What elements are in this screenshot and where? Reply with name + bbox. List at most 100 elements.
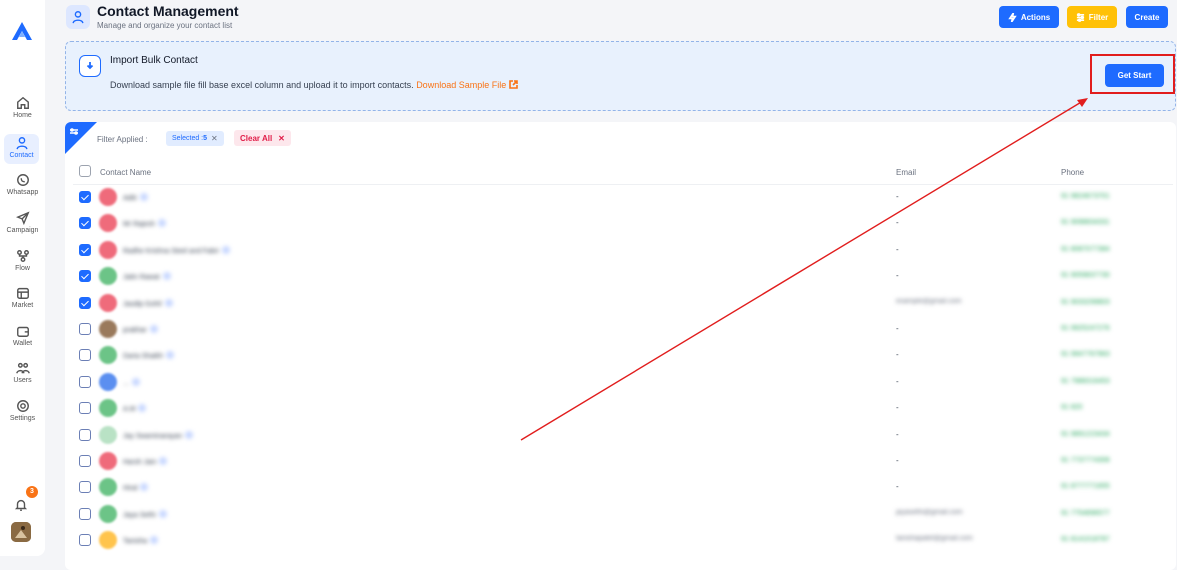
contact-phone: 91 9098834331 bbox=[1061, 219, 1110, 227]
contact-email: - bbox=[896, 271, 899, 281]
table-row[interactable]: A.M - 91 820 bbox=[65, 396, 1176, 422]
import-bulk-contact-card: Import Bulk Contact Download sample file… bbox=[65, 41, 1176, 111]
contact-phone: 91 9824673701 bbox=[1061, 193, 1110, 200]
contact-phone: 91 8087077384 bbox=[1061, 245, 1110, 253]
table-row[interactable]: prakhar - 91 9925247276 bbox=[65, 317, 1176, 343]
store-icon bbox=[16, 287, 29, 299]
verified-icon bbox=[157, 219, 166, 228]
column-header-phone: Phone bbox=[1061, 168, 1085, 177]
contact-email: - bbox=[896, 244, 899, 254]
contact-name: Harsh Jain bbox=[123, 457, 168, 466]
sidebar-item-label: Campaign bbox=[6, 227, 39, 234]
row-checkbox[interactable] bbox=[79, 375, 91, 388]
brand-logo-icon[interactable] bbox=[10, 20, 34, 42]
column-header-email: Email bbox=[896, 168, 917, 177]
sidebar-item-market[interactable]: Market bbox=[0, 286, 45, 318]
row-checkbox[interactable] bbox=[79, 481, 91, 494]
contact-name: Mr Rajesh bbox=[123, 219, 166, 228]
row-checkbox[interactable] bbox=[79, 349, 91, 362]
row-checkbox[interactable] bbox=[79, 296, 91, 309]
sidebar-item-wallet[interactable]: Wallet bbox=[0, 324, 45, 356]
filter-applied-label: Filter Applied : bbox=[97, 135, 148, 144]
verified-icon bbox=[131, 377, 140, 386]
actions-label: Actions bbox=[1020, 12, 1051, 22]
filter-button[interactable]: Filter bbox=[1067, 6, 1117, 28]
table-row[interactable]: Radhe Krishna Steel and Fabri - 91 8087077… bbox=[65, 238, 1176, 264]
whatsapp-icon bbox=[16, 174, 29, 186]
row-checkbox[interactable] bbox=[79, 243, 91, 256]
filter-label: Filter bbox=[1088, 12, 1109, 22]
contact-email: tanishapatel@gmail.com bbox=[896, 535, 973, 543]
sidebar-item-contact[interactable]: Contact bbox=[4, 134, 39, 164]
verified-icon bbox=[150, 536, 159, 545]
row-checkbox[interactable] bbox=[79, 323, 91, 335]
clear-all-label: Clear All bbox=[240, 133, 273, 143]
row-checkbox[interactable] bbox=[79, 217, 91, 230]
table-row[interactable]: Aditi - 91 9824673701 bbox=[65, 185, 1176, 211]
table-row[interactable]: Hiral - 91 8777771655 bbox=[65, 475, 1176, 501]
table-row[interactable]: Daria Shaikh - 91 9947767963 bbox=[65, 343, 1176, 369]
table-row[interactable]: ... - 91 7988316453 bbox=[65, 370, 1176, 396]
wallet-icon bbox=[16, 326, 29, 337]
flow-icon bbox=[16, 250, 29, 262]
notification-bell[interactable] bbox=[14, 498, 30, 514]
contact-name: Aditi bbox=[123, 193, 148, 202]
import-title: Import Bulk Contact bbox=[110, 55, 198, 66]
clear-all-button[interactable]: Clear All ✕ bbox=[234, 130, 291, 146]
contact-avatar bbox=[99, 425, 117, 444]
contact-avatar bbox=[99, 478, 117, 497]
sidebar-item-users[interactable]: Users bbox=[0, 361, 45, 393]
table-row[interactable]: Mr Rajesh - 91 9098834331 bbox=[65, 211, 1176, 237]
contact-name: Jaya Sethi bbox=[123, 509, 167, 519]
contact-phone: 91 7737774308 bbox=[1061, 457, 1110, 464]
contact-phone: 91 9925247276 bbox=[1061, 325, 1110, 332]
sidebar-item-campaign[interactable]: Campaign bbox=[0, 211, 45, 243]
sidebar-item-home[interactable]: Home bbox=[0, 96, 45, 128]
row-checkbox[interactable] bbox=[79, 270, 91, 283]
actions-button[interactable]: Actions bbox=[999, 6, 1059, 28]
contact-avatar bbox=[99, 320, 117, 338]
sidebar-item-whatsapp[interactable]: Whatsapp bbox=[0, 173, 45, 205]
table-row[interactable]: Jaya Sethi jayasethi@gmail.com 91 77548965… bbox=[65, 502, 1176, 528]
table-row[interactable]: Harsh Jain - 91 7737774308 bbox=[65, 449, 1176, 475]
contact-phone: 91 7754896577 bbox=[1061, 509, 1110, 517]
contact-name: Radhe Krishna Steel and Fabri bbox=[123, 245, 230, 255]
table-row[interactable]: Jatin Rawat - 91 9059837730 bbox=[65, 264, 1176, 290]
sidebar-item-flow[interactable]: Flow bbox=[0, 249, 45, 281]
contact-avatar bbox=[99, 214, 117, 233]
row-checkbox[interactable] bbox=[79, 534, 91, 547]
page-header-icon bbox=[66, 5, 90, 29]
close-icon[interactable]: ✕ bbox=[211, 134, 218, 143]
bolt-icon bbox=[1008, 12, 1017, 22]
contact-phone: 91 9891223434 bbox=[1061, 430, 1110, 438]
contacts-table-card: Filter Applied : Selected :5 ✕ Clear All… bbox=[65, 122, 1176, 570]
download-sample-link[interactable]: Download Sample File bbox=[416, 80, 519, 90]
verified-icon bbox=[140, 483, 149, 492]
download-icon bbox=[79, 55, 101, 77]
selected-filter-chip[interactable]: Selected :5 ✕ bbox=[166, 131, 224, 146]
create-button[interactable]: Create bbox=[1126, 6, 1168, 28]
sidebar-item-settings[interactable]: Settings bbox=[0, 399, 45, 431]
contact-email: - bbox=[896, 324, 899, 333]
row-checkbox[interactable] bbox=[79, 455, 91, 467]
contact-avatar bbox=[99, 188, 117, 206]
avatar[interactable] bbox=[11, 522, 31, 542]
user-icon bbox=[72, 11, 84, 24]
column-header-name: Contact Name bbox=[100, 168, 152, 177]
contact-name: Jatin Rawat bbox=[123, 272, 171, 281]
table-row[interactable]: Tanisha tanishapatel@gmail.com 91 81410187… bbox=[65, 528, 1176, 554]
select-all-checkbox[interactable] bbox=[79, 165, 91, 177]
sidebar: Home Contact Whatsapp Campaign Flow Mark… bbox=[0, 0, 45, 556]
row-checkbox[interactable] bbox=[79, 428, 91, 441]
row-checkbox[interactable] bbox=[79, 402, 91, 415]
contact-avatar bbox=[99, 293, 117, 312]
contact-avatar bbox=[99, 452, 117, 470]
get-start-button[interactable]: Get Start bbox=[1105, 64, 1164, 87]
table-row[interactable]: Jay Swaminarayan - 91 9891223434 bbox=[65, 423, 1176, 449]
avatar-image-icon bbox=[11, 522, 31, 542]
table-row[interactable]: Jasdip Gohil example@gmail.com 91 90332998… bbox=[65, 291, 1176, 317]
contact-phone: 91 8141018787 bbox=[1061, 536, 1110, 544]
contact-phone: 91 8777771655 bbox=[1061, 483, 1110, 491]
row-checkbox[interactable] bbox=[79, 507, 91, 520]
row-checkbox[interactable] bbox=[79, 191, 91, 203]
